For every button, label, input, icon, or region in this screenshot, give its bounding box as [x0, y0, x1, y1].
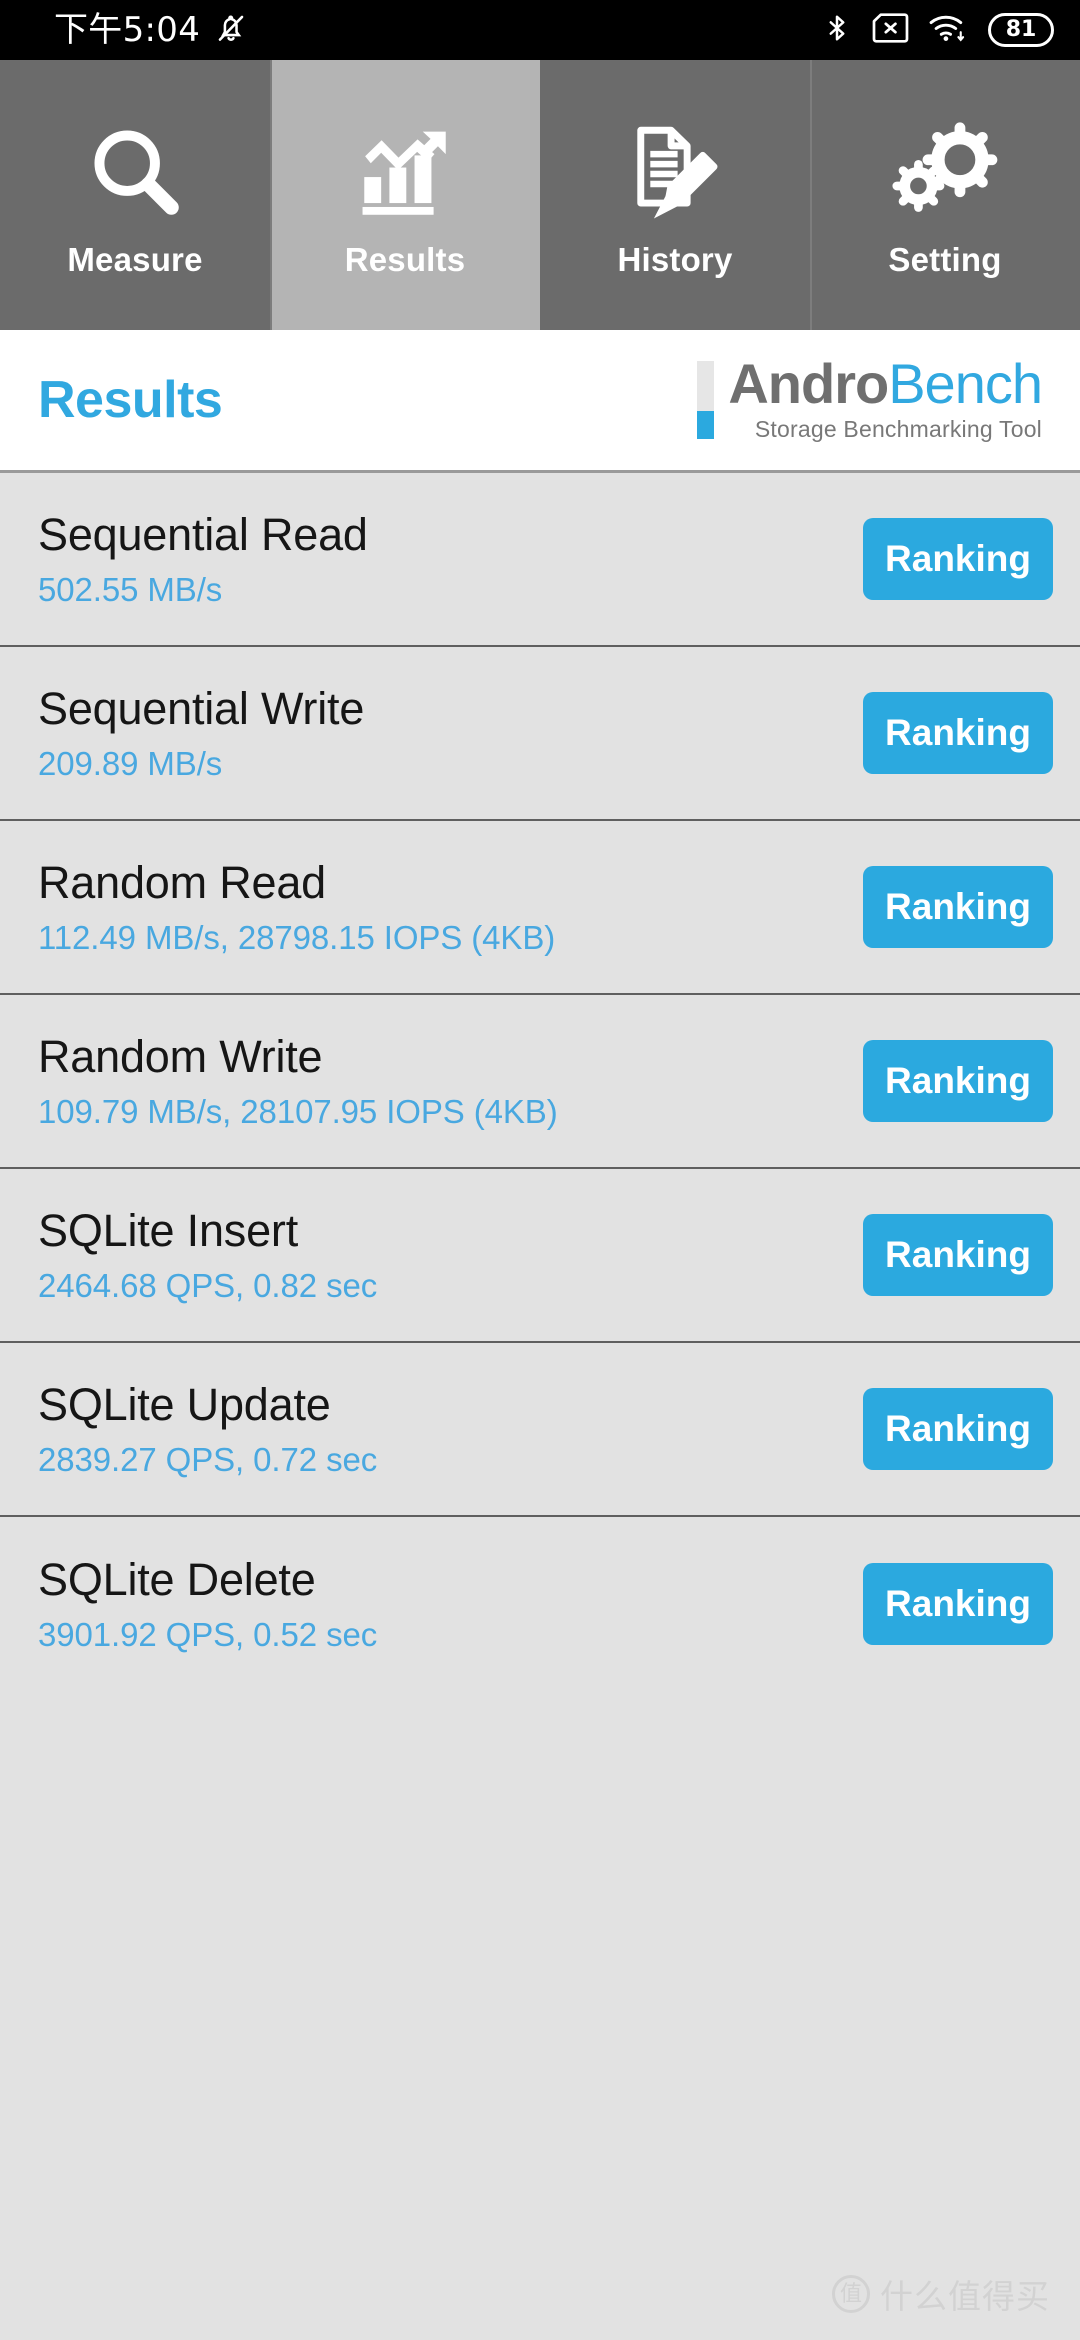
main-tab-bar: Measure Results History Setting: [0, 60, 1080, 330]
table-row: Sequential Write 209.89 MB/s Ranking: [0, 647, 1080, 821]
row-texts: Sequential Read 502.55 MB/s: [38, 509, 368, 609]
row-texts: Sequential Write 209.89 MB/s: [38, 683, 364, 783]
logo-bench: Bench: [888, 352, 1043, 416]
ranking-button[interactable]: Ranking: [863, 1214, 1053, 1296]
tab-history-label: History: [617, 241, 733, 278]
battery-level: 81: [1005, 17, 1037, 42]
table-row: SQLite Delete 3901.92 QPS, 0.52 sec Rank…: [0, 1517, 1080, 1691]
result-value: 209.89 MB/s: [38, 744, 223, 782]
ranking-button[interactable]: Ranking: [863, 866, 1053, 948]
result-name: Random Read: [38, 856, 326, 908]
tab-history[interactable]: History: [540, 60, 810, 330]
status-bar-left: 下午5:04: [54, 11, 248, 50]
watermark-badge-icon: 值: [832, 2275, 870, 2313]
logo-accent-bar: [697, 361, 715, 439]
page-title: Results: [38, 371, 223, 429]
table-row: SQLite Insert 2464.68 QPS, 0.82 sec Rank…: [0, 1169, 1080, 1343]
logo-text: AndroBench Storage Benchmarking Tool: [728, 356, 1043, 443]
logo-tagline: Storage Benchmarking Tool: [754, 415, 1042, 442]
tab-measure[interactable]: Measure: [0, 60, 270, 330]
page-header: Results AndroBench Storage Benchmarking …: [0, 330, 1080, 470]
row-texts: Random Read 112.49 MB/s, 28798.15 IOPS (…: [38, 857, 555, 957]
tab-results[interactable]: Results: [270, 60, 540, 330]
table-row: Random Write 109.79 MB/s, 28107.95 IOPS …: [0, 995, 1080, 1169]
search-icon: [83, 111, 187, 231]
status-bar: 下午5:04 81: [0, 0, 1080, 60]
results-list-container: Sequential Read 502.55 MB/s Ranking Sequ…: [0, 470, 1080, 2340]
wifi-icon: [928, 11, 970, 50]
result-value: 2464.68 QPS, 0.82 sec: [38, 1266, 378, 1304]
androbench-logo: AndroBench Storage Benchmarking Tool: [697, 356, 1050, 443]
gears-icon: [891, 111, 999, 231]
bluetooth-icon: [822, 11, 852, 50]
status-clock: 下午5:04: [54, 10, 201, 50]
tab-results-label: Results: [344, 241, 466, 278]
bell-mute-icon: [214, 11, 248, 50]
result-name: SQLite Insert: [38, 1204, 299, 1256]
logo-andro: Andro: [728, 352, 889, 416]
result-name: Sequential Write: [38, 682, 365, 734]
watermark-text: 什么值得买: [880, 2277, 1050, 2316]
row-texts: SQLite Delete 3901.92 QPS, 0.52 sec: [38, 1554, 377, 1654]
battery-indicator: 81: [988, 13, 1054, 47]
ranking-button[interactable]: Ranking: [863, 1040, 1053, 1122]
ranking-button[interactable]: Ranking: [863, 1563, 1053, 1645]
result-name: SQLite Update: [38, 1378, 331, 1430]
table-row: Sequential Read 502.55 MB/s Ranking: [0, 473, 1080, 647]
sim-card-off-icon: [870, 12, 910, 49]
result-value: 502.55 MB/s: [38, 570, 223, 608]
result-name: SQLite Delete: [38, 1553, 316, 1605]
result-name: Sequential Read: [38, 508, 368, 560]
result-value: 109.79 MB/s, 28107.95 IOPS (4KB): [38, 1092, 558, 1130]
row-texts: Random Write 109.79 MB/s, 28107.95 IOPS …: [38, 1031, 558, 1131]
ranking-button[interactable]: Ranking: [863, 692, 1053, 774]
result-value: 112.49 MB/s, 28798.15 IOPS (4KB): [38, 918, 556, 956]
table-row: Random Read 112.49 MB/s, 28798.15 IOPS (…: [0, 821, 1080, 995]
ranking-button[interactable]: Ranking: [863, 518, 1053, 600]
row-texts: SQLite Insert 2464.68 QPS, 0.82 sec: [38, 1205, 377, 1305]
document-edit-icon: [623, 111, 727, 231]
logo-wordmark: AndroBench: [728, 356, 1043, 412]
result-name: Random Write: [38, 1030, 323, 1082]
tab-setting-label: Setting: [888, 241, 1002, 278]
row-texts: SQLite Update 2839.27 QPS, 0.72 sec: [38, 1379, 377, 1479]
status-bar-right: 81: [822, 11, 1054, 50]
bar-chart-icon: [353, 111, 457, 231]
tab-setting[interactable]: Setting: [810, 60, 1080, 330]
table-row: SQLite Update 2839.27 QPS, 0.72 sec Rank…: [0, 1343, 1080, 1517]
ranking-button[interactable]: Ranking: [863, 1388, 1053, 1470]
watermark: 值 什么值得买: [832, 2270, 1050, 2318]
tab-measure-label: Measure: [67, 241, 203, 278]
result-value: 2839.27 QPS, 0.72 sec: [38, 1440, 378, 1478]
result-value: 3901.92 QPS, 0.52 sec: [38, 1615, 378, 1653]
